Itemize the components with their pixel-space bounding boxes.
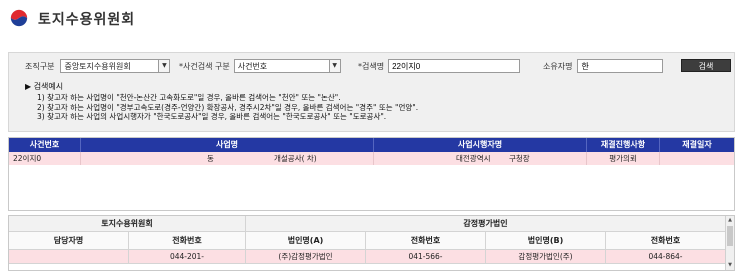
scroll-thumb[interactable] <box>727 226 733 246</box>
results-header: 사건번호 사업명 사업시행자명 재결진행사항 재결일자 <box>9 138 734 152</box>
col-status[interactable]: 재결진행사항 <box>587 138 660 152</box>
executor-part-b: 구청장 <box>509 154 530 163</box>
group-appraisal: 감정평가법인 <box>246 216 726 232</box>
case-type-label: *사건검색 구분 <box>179 61 230 71</box>
keyword-label: *검색명 <box>358 61 385 71</box>
owner-input[interactable] <box>577 59 664 73</box>
col-phone: 전화번호 <box>606 232 726 250</box>
example-line: 3) 찾고자 하는 사업의 사업시행자가 "한국도로공사"일 경우, 올바른 검… <box>37 112 387 121</box>
government-logo-icon <box>10 9 28 27</box>
corp-b-cell: 감정평가법인(주) <box>486 250 606 264</box>
results-table: 사건번호 사업명 사업시행자명 재결진행사항 재결일자 22이지0 동 개설공사… <box>8 137 735 211</box>
phone-cell: 044-864- <box>606 250 726 264</box>
col-executor[interactable]: 사업시행자명 <box>374 138 587 152</box>
col-date[interactable]: 재결일자 <box>660 138 734 152</box>
col-case-no[interactable]: 사건번호 <box>9 138 81 152</box>
contact-column-header: 담당자명 전화번호 법인명(A) 전화번호 법인명(B) 전화번호 <box>9 232 726 250</box>
search-examples: ▶ 검색예시 1) 찾고자 하는 사업명이 "천안-논산간 고속화도로"일 경우… <box>25 81 725 122</box>
app-header: 토지수용위원회 <box>0 0 743 36</box>
status-cell: 평가의뢰 <box>587 152 660 165</box>
manager-cell <box>9 250 129 264</box>
project-name-part-a: 동 <box>207 154 214 163</box>
phone-cell: 041-566- <box>366 250 486 264</box>
case-type-select-value: 사건번호 <box>237 62 268 71</box>
phone-cell: 044-201- <box>129 250 246 264</box>
project-name-part-b: 개설공사( 차) <box>274 154 317 163</box>
example-line: 2) 찾고자 하는 사업명이 "경부고속도로(경주-언양간) 확장공사, 경주시… <box>37 102 419 112</box>
org-label: 조직구분 <box>25 61 55 71</box>
project-name-cell: 동 개설공사( 차) <box>81 152 374 165</box>
col-phone: 전화번호 <box>366 232 486 250</box>
contact-group-header: 토지수용위원회 감정평가법인 <box>9 216 726 232</box>
org-select-value: 중앙토지수용위원회 <box>64 62 131 71</box>
col-corp-a: 법인명(A) <box>246 232 366 250</box>
examples-title: ▶ 검색예시 <box>25 82 64 91</box>
executor-part-a: 대전광역시 <box>456 154 491 163</box>
table-row[interactable]: 044-201- (주)감정평가법인 041-566- 감정평가법인(주) 04… <box>9 250 726 264</box>
col-project-name[interactable]: 사업명 <box>81 138 374 152</box>
group-committee: 토지수용위원회 <box>9 216 246 232</box>
keyword-input[interactable] <box>388 59 521 73</box>
date-cell <box>660 152 734 165</box>
search-panel: 조직구분 중앙토지수용위원회 ▼ *사건검색 구분 사건번호 ▼ *검색명 소유… <box>8 52 735 132</box>
org-select[interactable]: 중앙토지수용위원회 ▼ <box>60 59 171 73</box>
contact-table: 토지수용위원회 감정평가법인 담당자명 전화번호 법인명(A) 전화번호 법인명… <box>8 215 735 271</box>
search-button[interactable]: 검색 <box>681 59 731 72</box>
col-corp-b: 법인명(B) <box>486 232 606 250</box>
chevron-down-icon[interactable]: ▼ <box>328 60 340 72</box>
vertical-scrollbar[interactable]: ▲ ▼ <box>725 216 734 270</box>
case-type-select[interactable]: 사건번호 ▼ <box>233 59 341 73</box>
scroll-down-icon[interactable]: ▼ <box>726 261 734 270</box>
app-title: 토지수용위원회 <box>38 12 136 28</box>
scroll-up-icon[interactable]: ▲ <box>726 216 734 225</box>
corp-a-cell: (주)감정평가법인 <box>246 250 366 264</box>
table-row[interactable]: 22이지0 동 개설공사( 차) 대전광역시 구청장 평가의뢰 <box>9 152 734 165</box>
col-phone: 전화번호 <box>129 232 246 250</box>
executor-cell: 대전광역시 구청장 <box>374 152 587 165</box>
chevron-down-icon[interactable]: ▼ <box>158 60 170 72</box>
case-no-cell: 22이지0 <box>9 152 81 165</box>
owner-label: 소유자명 <box>543 61 573 71</box>
col-manager: 담당자명 <box>9 232 129 250</box>
example-line: 1) 찾고자 하는 사업명이 "천안-논산간 고속화도로"일 경우, 올바른 검… <box>37 93 341 102</box>
